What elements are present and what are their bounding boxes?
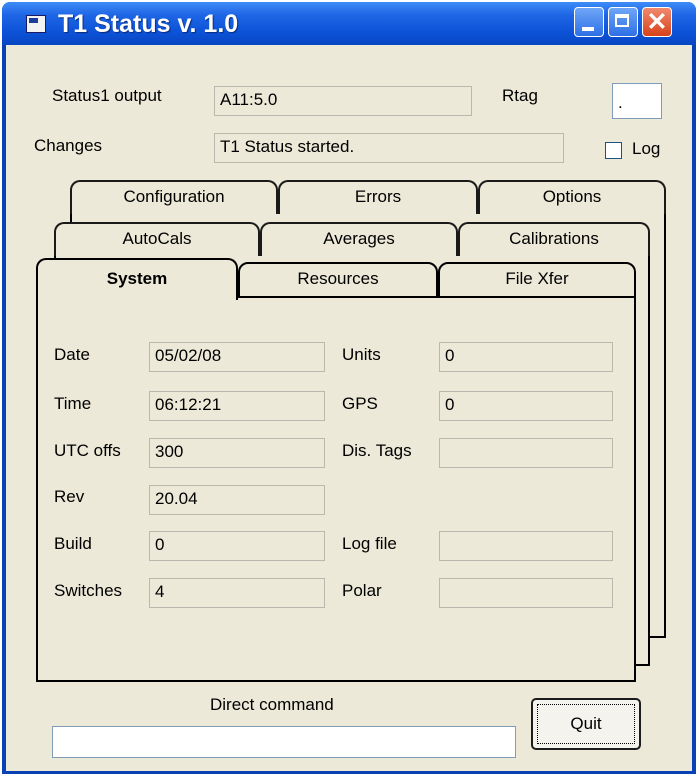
time-label: Time bbox=[54, 394, 92, 413]
gps-label: GPS bbox=[342, 394, 378, 413]
minimize-button[interactable] bbox=[574, 7, 604, 37]
build-field: 0 bbox=[149, 531, 325, 561]
direct-command-input[interactable] bbox=[52, 726, 516, 758]
dis-tags-field bbox=[439, 438, 613, 468]
quit-focus-rect bbox=[537, 704, 635, 744]
tab-errors[interactable]: Errors bbox=[278, 180, 478, 214]
switches-field: 4 bbox=[149, 578, 325, 608]
switches-label: Switches bbox=[54, 581, 123, 600]
tab-configuration[interactable]: Configuration bbox=[70, 180, 278, 214]
date-field: 05/02/08 bbox=[149, 342, 325, 372]
rtag-label: Rtag bbox=[502, 86, 538, 105]
app-window: T1 Status v. 1.0 ✕ Status1 output A11:5.… bbox=[2, 2, 696, 774]
app-icon bbox=[26, 15, 46, 33]
dis-tags-label: Dis. Tags bbox=[342, 441, 412, 460]
log-file-field bbox=[439, 531, 613, 561]
tab-resources[interactable]: Resources bbox=[238, 262, 438, 298]
changes-label: Changes bbox=[34, 136, 103, 155]
tab-calibrations[interactable]: Calibrations bbox=[458, 222, 650, 256]
close-icon: ✕ bbox=[646, 8, 668, 36]
changes-field: T1 Status started. bbox=[214, 133, 564, 163]
log-checkbox[interactable] bbox=[605, 142, 622, 159]
quit-button[interactable]: Quit bbox=[531, 698, 641, 750]
status1-label: Status1 output bbox=[52, 86, 162, 105]
rtag-input[interactable]: . bbox=[612, 83, 662, 119]
polar-label: Polar bbox=[342, 581, 382, 600]
tab-file-xfer[interactable]: File Xfer bbox=[438, 262, 636, 298]
tab-averages[interactable]: Averages bbox=[260, 222, 458, 256]
log-label: Log bbox=[632, 139, 661, 158]
build-label: Build bbox=[54, 534, 92, 553]
tab-autocals[interactable]: AutoCals bbox=[54, 222, 260, 256]
units-label: Units bbox=[342, 345, 381, 364]
window-title: T1 Status v. 1.0 bbox=[58, 10, 239, 38]
title-bar[interactable]: T1 Status v. 1.0 ✕ bbox=[2, 2, 696, 45]
date-label: Date bbox=[54, 345, 90, 364]
rev-label: Rev bbox=[54, 487, 85, 506]
status1-output-field: A11:5.0 bbox=[214, 86, 472, 116]
client-area: Status1 output A11:5.0 Rtag . Changes T1… bbox=[6, 45, 692, 771]
close-button[interactable]: ✕ bbox=[642, 7, 672, 37]
maximize-button[interactable] bbox=[608, 7, 638, 37]
gps-field: 0 bbox=[439, 391, 613, 421]
time-field: 06:12:21 bbox=[149, 391, 325, 421]
units-field: 0 bbox=[439, 342, 613, 372]
log-file-label: Log file bbox=[342, 534, 397, 553]
direct-command-label: Direct command bbox=[210, 695, 334, 714]
utc-offs-label: UTC offs bbox=[54, 441, 121, 460]
tab-options[interactable]: Options bbox=[478, 180, 666, 214]
rev-field: 20.04 bbox=[149, 485, 325, 515]
utc-offs-field: 300 bbox=[149, 438, 325, 468]
tab-system[interactable]: System bbox=[36, 258, 238, 300]
polar-field bbox=[439, 578, 613, 608]
